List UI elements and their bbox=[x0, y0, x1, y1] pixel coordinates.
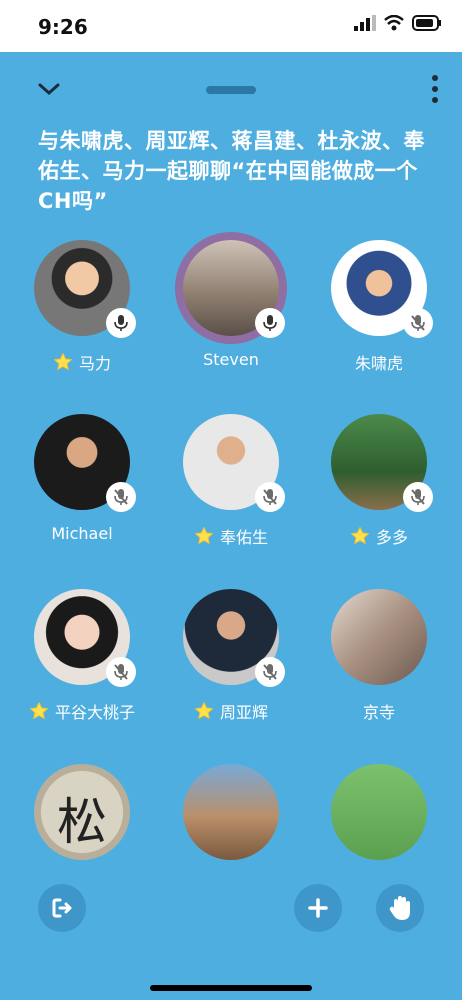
avatar-wrapper bbox=[331, 240, 433, 338]
home-indicator bbox=[150, 985, 312, 991]
status-time: 9:26 bbox=[38, 15, 88, 39]
speaker-name: 朱啸虎 bbox=[354, 354, 403, 373]
speaker-name-row: 京寺 bbox=[309, 699, 449, 723]
star-icon bbox=[53, 353, 72, 370]
speaker-name: Steven bbox=[203, 350, 259, 369]
speaker-name-row: Steven bbox=[161, 350, 301, 369]
speaker-name: 马力 bbox=[78, 354, 111, 373]
speaker-name: 平谷大桃子 bbox=[54, 703, 135, 722]
avatar-wrapper bbox=[183, 764, 279, 860]
speaker-name-row: 多多 bbox=[309, 524, 449, 548]
avatar-wrapper bbox=[34, 414, 136, 512]
raise-hand-button[interactable] bbox=[376, 884, 424, 932]
mic-icon bbox=[106, 308, 136, 338]
speaker-tile[interactable]: 周亚辉 bbox=[161, 589, 301, 723]
mic-off-icon bbox=[403, 482, 433, 512]
speaker-name: 奉佑生 bbox=[219, 528, 268, 547]
speaker-name: Michael bbox=[51, 524, 113, 543]
room-title: 与朱啸虎、周亚辉、蒋昌建、杜永波、奉佑生、马力一起聊聊“在中国能做成一个CH吗” bbox=[38, 129, 425, 213]
avatar-wrapper: 松 bbox=[34, 764, 130, 860]
speaker-name-row: 周亚辉 bbox=[161, 699, 301, 723]
speaker-name: 周亚辉 bbox=[219, 703, 268, 722]
speaker-name-row: 平谷大桃子 bbox=[12, 699, 152, 723]
avatar: 松 bbox=[34, 764, 130, 860]
speaker-tile[interactable]: Steven bbox=[161, 232, 301, 369]
status-bar: 9:26 bbox=[0, 0, 462, 52]
status-icons bbox=[354, 15, 442, 31]
battery-icon bbox=[412, 15, 441, 31]
speaker-tile[interactable] bbox=[309, 764, 449, 860]
avatar-wrapper bbox=[183, 414, 285, 512]
avatar bbox=[183, 764, 279, 860]
speaker-name-row: 马力 bbox=[12, 350, 152, 374]
mic-off-icon bbox=[255, 482, 285, 512]
avatar-wrapper bbox=[331, 414, 433, 512]
leave-room-button[interactable] bbox=[38, 884, 86, 932]
mic-off-icon bbox=[403, 308, 433, 338]
mic-icon bbox=[255, 308, 285, 338]
add-button[interactable] bbox=[294, 884, 342, 932]
speaker-tile[interactable]: 朱啸虎 bbox=[309, 240, 449, 374]
plus-icon bbox=[308, 898, 328, 918]
calligraphy-glyph: 松 bbox=[57, 793, 107, 851]
speaker-name-row: 朱啸虎 bbox=[309, 350, 449, 374]
star-icon bbox=[194, 527, 213, 544]
speaker-tile[interactable]: 多多 bbox=[309, 414, 449, 548]
star-icon bbox=[194, 702, 213, 719]
avatar-wrapper bbox=[331, 589, 427, 685]
mic-off-icon bbox=[106, 657, 136, 687]
speaker-tile[interactable]: 马力 bbox=[12, 240, 152, 374]
avatar-wrapper bbox=[34, 589, 136, 687]
avatar-wrapper bbox=[183, 589, 285, 687]
speaker-name: 京寺 bbox=[362, 703, 395, 722]
leave-room-icon bbox=[52, 898, 72, 918]
mic-off-icon bbox=[255, 657, 285, 687]
star-icon bbox=[350, 527, 369, 544]
speaker-name: 多多 bbox=[375, 528, 408, 547]
avatar bbox=[331, 589, 427, 685]
speaker-name-row: Michael bbox=[12, 524, 152, 543]
speaker-name-row: 奉佑生 bbox=[161, 524, 301, 548]
speaker-tile[interactable]: 平谷大桃子 bbox=[12, 589, 152, 723]
chevron-down-icon[interactable] bbox=[36, 78, 62, 100]
hand-icon bbox=[389, 896, 410, 920]
speaker-tile[interactable]: Michael bbox=[12, 414, 152, 543]
wifi-icon bbox=[384, 15, 404, 31]
avatar-wrapper bbox=[331, 764, 427, 860]
speaker-tile[interactable]: 京寺 bbox=[309, 589, 449, 723]
more-vertical-icon[interactable] bbox=[430, 74, 440, 104]
avatar-wrapper bbox=[175, 232, 287, 344]
signal-icon bbox=[354, 15, 376, 31]
avatar bbox=[331, 764, 427, 860]
speaker-tile[interactable]: 松 bbox=[12, 764, 152, 860]
sheet-grabber[interactable] bbox=[206, 86, 256, 94]
mic-off-icon bbox=[106, 482, 136, 512]
speaker-tile[interactable] bbox=[161, 764, 301, 860]
speaker-tile[interactable]: 奉佑生 bbox=[161, 414, 301, 548]
avatar-wrapper bbox=[34, 240, 136, 338]
star-icon bbox=[29, 702, 48, 719]
